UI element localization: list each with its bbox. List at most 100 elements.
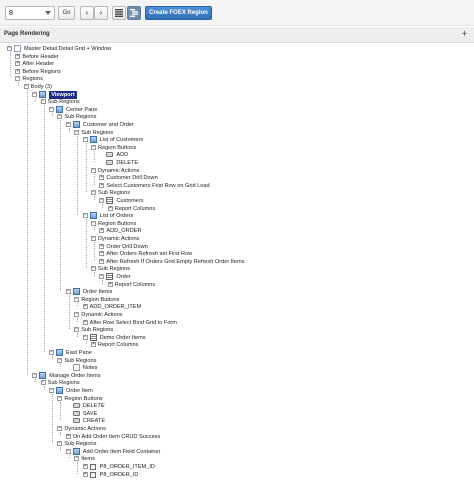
grid-view-button[interactable] xyxy=(112,6,126,20)
page-number-input[interactable] xyxy=(6,7,42,19)
tree-guide-line xyxy=(10,52,11,79)
expand-toggle-icon[interactable]: + xyxy=(107,205,113,211)
tree-guide-line xyxy=(85,219,87,269)
region-icon xyxy=(56,105,63,113)
grid-view-icon xyxy=(115,9,123,17)
collapse-toggle-icon[interactable]: − xyxy=(57,426,63,431)
collapse-toggle-icon[interactable]: − xyxy=(82,137,88,143)
collapse-toggle-icon[interactable]: − xyxy=(91,190,96,196)
collapse-toggle-icon[interactable]: − xyxy=(40,99,46,105)
tree-guide-line xyxy=(52,356,53,360)
collapse-toggle-icon[interactable]: − xyxy=(65,122,71,127)
collapse-toggle-icon[interactable]: − xyxy=(99,198,105,203)
collapse-toggle-icon[interactable]: − xyxy=(15,76,21,82)
button-icon xyxy=(72,410,80,416)
page-number-select[interactable] xyxy=(5,6,55,20)
page-item-icon xyxy=(89,471,96,478)
tree-guide-line xyxy=(94,196,95,200)
collapse-toggle-icon[interactable]: − xyxy=(32,372,38,378)
create-foex-region-button[interactable]: Create FOEX Region xyxy=(145,6,212,20)
expand-toggle-icon[interactable]: + xyxy=(99,228,105,234)
tree-guide-line xyxy=(60,401,62,421)
report-icon xyxy=(106,197,114,204)
tree-guide-line xyxy=(85,143,87,193)
tree-guide-line xyxy=(94,173,95,185)
collapse-toggle-icon[interactable]: − xyxy=(57,114,63,120)
collapse-toggle-icon[interactable]: − xyxy=(91,144,96,150)
expand-toggle-icon[interactable]: + xyxy=(82,464,88,469)
expand-toggle-icon[interactable]: + xyxy=(107,281,113,287)
expand-toggle-icon[interactable]: + xyxy=(99,175,105,181)
tree-guide-line xyxy=(77,333,79,337)
expand-toggle-icon[interactable]: + xyxy=(91,342,96,348)
previous-page-button[interactable]: ‹ xyxy=(80,6,94,20)
expand-toggle-icon[interactable]: + xyxy=(15,53,21,59)
go-button[interactable]: Go xyxy=(58,6,75,20)
expand-toggle-icon[interactable]: + xyxy=(99,182,105,188)
collapse-toggle-icon[interactable]: − xyxy=(57,357,63,363)
collapse-toggle-icon[interactable]: − xyxy=(7,46,12,51)
collapse-toggle-icon[interactable]: − xyxy=(65,289,71,295)
tree-node-label[interactable]: P8_ORDER_ID xyxy=(100,471,139,479)
collapse-toggle-icon[interactable]: − xyxy=(91,266,96,272)
tree-guide-line xyxy=(60,447,62,451)
collapse-toggle-icon[interactable]: − xyxy=(32,91,38,97)
expand-toggle-icon[interactable]: + xyxy=(99,251,105,257)
tree-guide-line xyxy=(77,135,79,216)
tree-guide-line xyxy=(18,82,20,86)
collapse-toggle-icon[interactable]: − xyxy=(74,312,80,317)
expand-toggle-icon[interactable]: + xyxy=(65,433,71,439)
expand-toggle-icon[interactable]: + xyxy=(82,319,88,325)
tree-node-p8-order-id[interactable]: + P8_ORDER_ID xyxy=(0,471,474,479)
tree-guide-line xyxy=(85,340,87,345)
tree-guide-line xyxy=(35,97,37,102)
expand-toggle-icon[interactable]: + xyxy=(15,68,21,74)
collapse-toggle-icon[interactable]: − xyxy=(82,213,88,219)
tree-guide-line xyxy=(60,363,62,368)
expand-toggle-icon[interactable]: + xyxy=(99,243,105,249)
tree-guide-line xyxy=(68,454,70,459)
collapse-toggle-icon[interactable]: − xyxy=(74,129,80,135)
collapse-toggle-icon[interactable]: − xyxy=(57,395,63,401)
tree-guide-line xyxy=(52,112,53,117)
page-icon xyxy=(14,45,21,52)
toolbar: Go ‹ › Create FOEX Region xyxy=(0,0,474,26)
collapse-toggle-icon[interactable]: − xyxy=(40,380,46,386)
expand-panel-button[interactable]: + xyxy=(459,29,470,40)
region-icon xyxy=(72,121,80,128)
collapse-toggle-icon[interactable]: − xyxy=(91,167,96,173)
tree-guide-line xyxy=(26,90,28,375)
collapse-toggle-icon[interactable]: − xyxy=(82,334,88,340)
next-page-button[interactable]: › xyxy=(94,6,108,20)
collapse-toggle-icon[interactable]: − xyxy=(57,441,63,447)
collapse-toggle-icon[interactable]: − xyxy=(49,106,54,112)
tree-guide-line xyxy=(35,378,37,383)
collapse-toggle-icon[interactable]: − xyxy=(74,296,80,302)
tree-guide-line xyxy=(94,242,95,261)
collapse-toggle-icon[interactable]: − xyxy=(65,448,71,454)
button-icon xyxy=(106,160,114,165)
collapse-toggle-icon[interactable]: − xyxy=(99,274,105,279)
expand-toggle-icon[interactable]: + xyxy=(15,61,21,67)
tree-guide-line xyxy=(77,318,79,322)
expand-toggle-icon[interactable]: + xyxy=(99,258,105,264)
collapse-toggle-icon[interactable]: − xyxy=(91,220,96,226)
button-icon xyxy=(72,403,80,409)
tree-guide-line xyxy=(94,272,95,276)
collapse-toggle-icon[interactable]: − xyxy=(91,236,96,241)
region-icon xyxy=(89,136,97,144)
collapse-toggle-icon[interactable]: − xyxy=(23,84,29,89)
report-icon xyxy=(106,273,114,280)
chevron-down-icon[interactable] xyxy=(45,11,51,15)
page-rendering-tree: − Master Detail Detail Grid + Window + Befo… xyxy=(0,44,474,484)
collapse-toggle-icon[interactable]: − xyxy=(49,388,54,393)
expand-toggle-icon[interactable]: + xyxy=(82,471,88,477)
collapse-toggle-icon[interactable]: − xyxy=(74,456,80,462)
tree-guide-line xyxy=(43,105,45,352)
collapse-toggle-icon[interactable]: − xyxy=(74,327,80,333)
region-icon xyxy=(89,212,97,220)
tree-view-button[interactable] xyxy=(127,6,141,20)
collapse-toggle-icon[interactable]: − xyxy=(49,350,54,355)
expand-toggle-icon[interactable]: + xyxy=(82,304,88,310)
page-rendering-header: Page Rendering + xyxy=(0,27,474,43)
